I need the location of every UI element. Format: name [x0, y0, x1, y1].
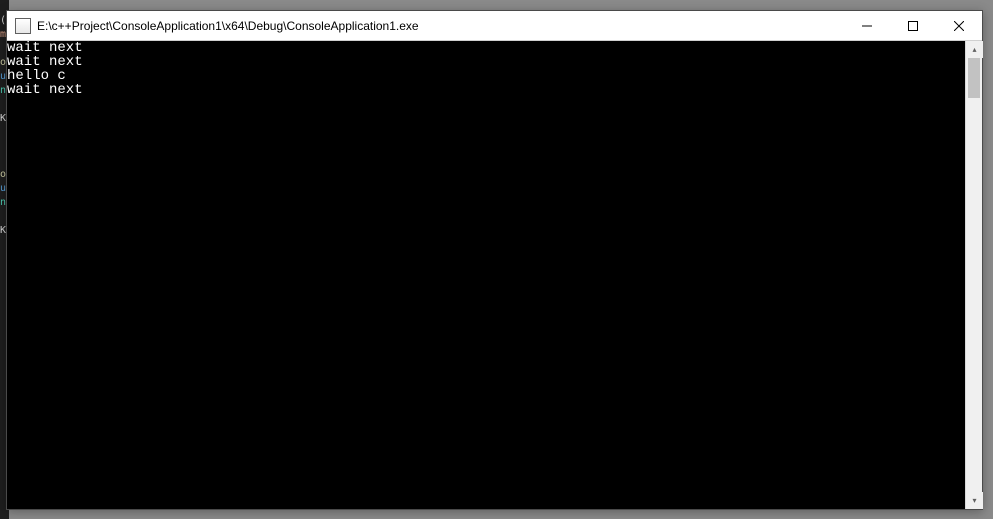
- console-output-line: wait next: [7, 41, 965, 55]
- vertical-scrollbar[interactable]: ▴ ▾: [965, 41, 982, 509]
- maximize-button[interactable]: [890, 11, 936, 41]
- scrollbar-thumb[interactable]: [968, 58, 980, 98]
- console-output[interactable]: wait nextwait nexthello cwait next: [7, 41, 965, 509]
- app-icon: [15, 18, 31, 34]
- titlebar[interactable]: E:\c++Project\ConsoleApplication1\x64\De…: [7, 11, 982, 41]
- console-window: E:\c++Project\ConsoleApplication1\x64\De…: [6, 10, 983, 510]
- console-body: wait nextwait nexthello cwait next ▴ ▾: [7, 41, 982, 509]
- minimize-button[interactable]: [844, 11, 890, 41]
- console-output-line: wait next: [7, 83, 965, 97]
- scroll-down-arrow-icon[interactable]: ▾: [966, 492, 983, 509]
- window-title: E:\c++Project\ConsoleApplication1\x64\De…: [37, 19, 844, 33]
- console-output-line: hello c: [7, 69, 965, 83]
- console-output-line: wait next: [7, 55, 965, 69]
- close-button[interactable]: [936, 11, 982, 41]
- scroll-up-arrow-icon[interactable]: ▴: [966, 41, 983, 58]
